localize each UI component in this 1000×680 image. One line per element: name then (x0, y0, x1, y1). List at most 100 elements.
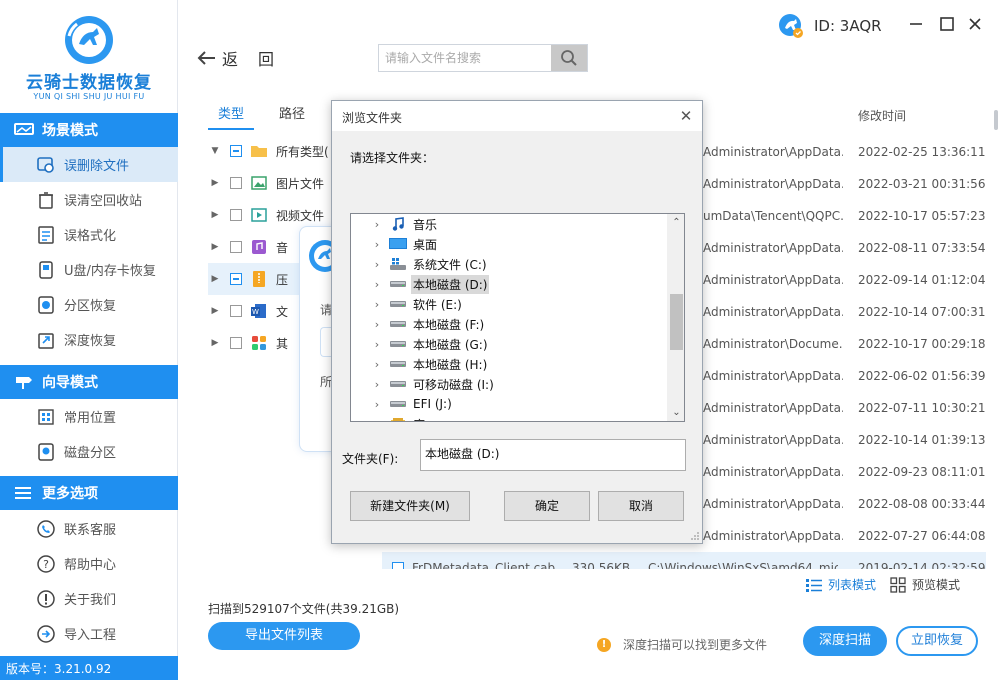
tree-label: 所有类型( (276, 144, 329, 159)
avatar-icon (779, 14, 803, 38)
recover-now-button[interactable]: 立即恢复 (896, 626, 978, 656)
expand-chevron-icon[interactable]: › (371, 318, 383, 331)
scroll-down-icon[interactable]: ⌄ (668, 404, 684, 421)
close-window-button[interactable] (965, 14, 985, 34)
expanded-icon[interactable]: ▼ (208, 146, 222, 156)
drive-icon (389, 357, 407, 371)
tab-type[interactable]: 类型 (208, 100, 255, 130)
tab-path[interactable]: 路径 (269, 100, 315, 130)
expand-chevron-icon[interactable]: › (371, 338, 383, 351)
list-mode-button[interactable]: 列表模式 (806, 576, 876, 593)
column-header-modified[interactable]: 修改时间 (858, 107, 906, 124)
row-path: Administrator\Docume... (703, 337, 843, 351)
folder-tree-item[interactable]: › 本地磁盘 (G:) (351, 334, 667, 354)
recycle-bin-icon (36, 190, 56, 210)
back-button[interactable]: 返回 (196, 46, 294, 70)
list-icon (806, 578, 822, 592)
search-button[interactable] (551, 45, 587, 71)
section-scene-mode: 场景模式 (0, 113, 178, 147)
nav-partition-recovery[interactable]: 分区恢复 (0, 287, 178, 322)
collapsed-icon[interactable]: ▶ (208, 274, 222, 284)
tree-checkbox[interactable] (230, 209, 242, 221)
folder-tree[interactable]: › 音乐 › 桌面 › 系统文件 (C:) › 本地磁盘 (D:) › 软件 (E:) › 本地磁盘 … (350, 213, 685, 422)
folder-tree-item[interactable]: › 桌面 (351, 234, 667, 254)
drive-icon (389, 397, 407, 411)
folder-tree-label: 可移动磁盘 (I:) (413, 377, 494, 392)
tree-item-all-types[interactable]: ▼ 所有类型( (208, 135, 332, 167)
nav-deleted-files[interactable]: 误删除文件 (0, 147, 178, 182)
maximize-icon (940, 17, 954, 31)
expand-chevron-icon[interactable]: › (371, 258, 383, 271)
nav-contact-support[interactable]: 联系客服 (0, 511, 178, 546)
row-path: Administrator\AppData... (703, 177, 843, 191)
folder-tree-item[interactable]: › 本地磁盘 (H:) (351, 354, 667, 374)
row-size: 330.56KB (572, 561, 631, 569)
minimize-button[interactable] (906, 14, 926, 34)
scroll-thumb[interactable] (670, 294, 683, 350)
export-list-button[interactable]: 导出文件列表 (208, 622, 360, 650)
search-input[interactable] (379, 45, 551, 71)
expand-chevron-icon[interactable]: › (371, 218, 383, 231)
nav-label: 磁盘分区 (64, 446, 117, 461)
table-row[interactable]: FrDMetadata_Client.cab 330.56KB C:\Windo… (382, 552, 986, 569)
cancel-button[interactable]: 取消 (598, 491, 684, 521)
expand-chevron-icon[interactable]: › (371, 398, 383, 411)
nav-disk-partition[interactable]: 磁盘分区 (0, 434, 178, 469)
folder-tree-item[interactable]: ›库 (351, 414, 667, 422)
dialog-close-button[interactable]: ✕ (678, 108, 694, 124)
nav-recycle-bin[interactable]: 误清空回收站 (0, 182, 178, 217)
folder-tree-scrollbar[interactable]: ⌃ ⌄ (667, 214, 684, 421)
tree-label: 压 (276, 272, 289, 287)
folder-tree-item[interactable]: › 本地磁盘 (D:) (351, 274, 667, 294)
expand-chevron-icon[interactable]: › (371, 278, 383, 291)
tree-checkbox[interactable] (230, 273, 242, 285)
tree-checkbox[interactable] (230, 305, 242, 317)
expand-chevron-icon[interactable]: › (371, 298, 383, 311)
nav-about-us[interactable]: 关于我们 (0, 581, 178, 616)
expand-chevron-icon[interactable]: › (371, 358, 383, 371)
tree-checkbox[interactable] (230, 177, 242, 189)
list-scrollbar[interactable] (994, 110, 998, 130)
nav-label: 关于我们 (64, 593, 117, 608)
folder-tree-item[interactable]: › EFI (J:) (351, 394, 667, 414)
tree-checkbox[interactable] (230, 337, 242, 349)
folder-field[interactable]: 本地磁盘 (D:) (420, 439, 686, 471)
tree-checkbox[interactable] (230, 241, 242, 253)
folder-tree-item[interactable]: › 系统文件 (C:) (351, 254, 667, 274)
collapsed-icon[interactable]: ▶ (208, 338, 222, 348)
ok-button[interactable]: 确定 (504, 491, 590, 521)
collapsed-icon[interactable]: ▶ (208, 242, 222, 252)
row-checkbox[interactable] (392, 562, 404, 569)
expand-chevron-icon[interactable]: › (371, 238, 383, 251)
preview-mode-button[interactable]: 预览模式 (890, 576, 960, 593)
folder-tree-label: 桌面 (413, 237, 438, 252)
expand-chevron-icon[interactable]: › (371, 418, 383, 422)
scroll-up-icon[interactable]: ⌃ (668, 214, 684, 231)
expand-chevron-icon[interactable]: › (371, 378, 383, 391)
folder-tree-item[interactable]: › 本地磁盘 (F:) (351, 314, 667, 334)
row-path: umData\Tencent\QQPC... (703, 209, 843, 223)
folder-tree-item[interactable]: › 音乐 (351, 214, 667, 234)
nav-import-project[interactable]: 导入工程 (0, 616, 178, 651)
nav-deep-recovery[interactable]: 深度恢复 (0, 322, 178, 357)
resize-grip-icon[interactable] (690, 531, 700, 541)
collapsed-icon[interactable]: ▶ (208, 306, 222, 316)
tree-item-images[interactable]: ▶ 图片文件 (208, 167, 332, 199)
deep-scan-button[interactable]: 深度扫描 (803, 626, 887, 656)
new-folder-button[interactable]: 新建文件夹(M) (350, 491, 470, 521)
nav-help-center[interactable]: ? 帮助中心 (0, 546, 178, 581)
user-id[interactable]: ID: 3AQR (778, 13, 882, 39)
collapsed-icon[interactable]: ▶ (208, 210, 222, 220)
folder-tree-item[interactable]: › 可移动磁盘 (I:) (351, 374, 667, 394)
nav-common-locations[interactable]: 常用位置 (0, 399, 178, 434)
help-icon: ? (36, 554, 56, 574)
search-box (378, 44, 588, 72)
nav-label: 常用位置 (64, 411, 117, 426)
maximize-button[interactable] (937, 14, 957, 34)
collapsed-icon[interactable]: ▶ (208, 178, 222, 188)
folder-tree-item[interactable]: › 软件 (E:) (351, 294, 667, 314)
nav-usb-recovery[interactable]: U盘/内存卡恢复 (0, 252, 178, 287)
nav-format[interactable]: 误格式化 (0, 217, 178, 252)
tree-checkbox[interactable] (230, 145, 242, 157)
knight-logo-icon (65, 16, 113, 64)
